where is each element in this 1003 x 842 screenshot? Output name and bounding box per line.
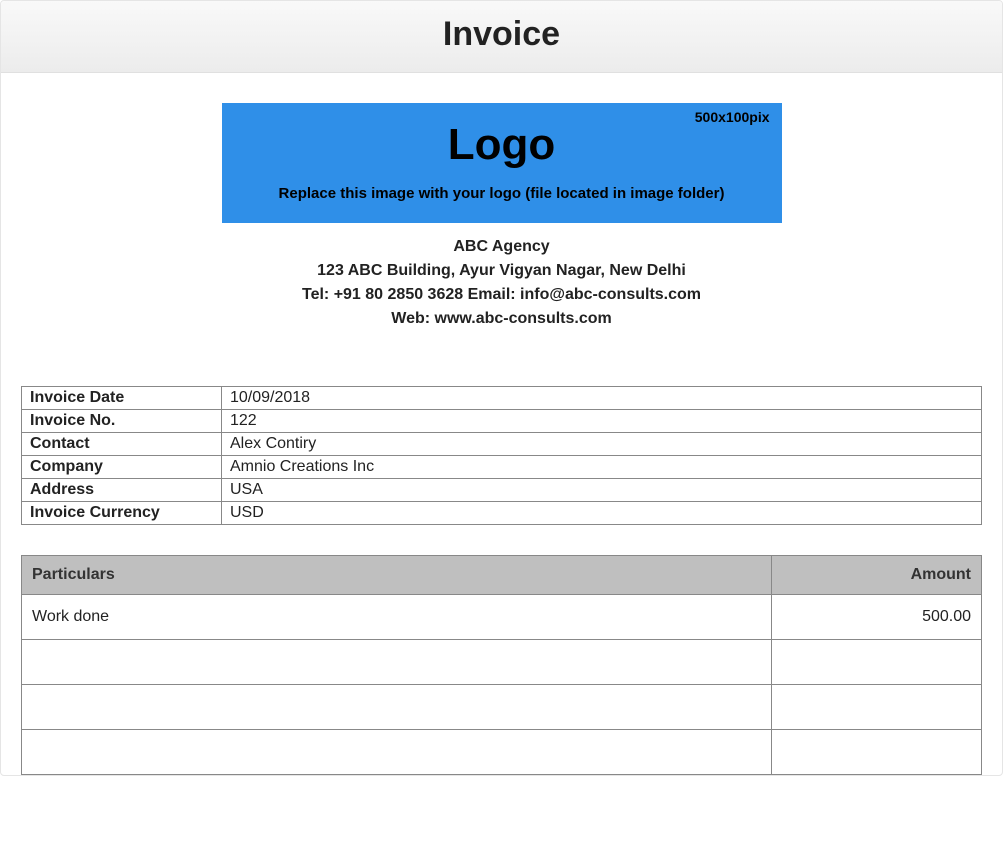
meta-value-date: 10/09/2018 [222, 387, 982, 410]
col-header-amount: Amount [772, 556, 982, 595]
meta-label-contact: Contact [22, 433, 222, 456]
logo-dimensions-label: 500x100pix [695, 109, 770, 125]
company-info: ABC Agency 123 ABC Building, Ayur Vigyan… [21, 235, 982, 331]
meta-row-date: Invoice Date 10/09/2018 [22, 387, 982, 410]
invoice-meta-table: Invoice Date 10/09/2018 Invoice No. 122 … [21, 386, 982, 525]
company-address: 123 ABC Building, Ayur Vigyan Nagar, New… [21, 259, 982, 283]
meta-row-contact: Contact Alex Contiry [22, 433, 982, 456]
item-particulars: Work done [22, 595, 772, 640]
item-row: Work done 500.00 [22, 595, 982, 640]
meta-value-currency: USD [222, 502, 982, 525]
meta-row-no: Invoice No. 122 [22, 410, 982, 433]
meta-label-currency: Invoice Currency [22, 502, 222, 525]
item-particulars [22, 730, 772, 775]
item-row [22, 685, 982, 730]
meta-label-address: Address [22, 479, 222, 502]
invoice-page: Invoice 500x100pix Logo Replace this ima… [0, 0, 1003, 776]
meta-value-contact: Alex Contiry [222, 433, 982, 456]
company-contact: Tel: +91 80 2850 3628 Email: info@abc-co… [21, 283, 982, 307]
items-header-row: Particulars Amount [22, 556, 982, 595]
page-title: Invoice [1, 15, 1002, 54]
item-amount [772, 730, 982, 775]
meta-label-date: Invoice Date [22, 387, 222, 410]
company-web: Web: www.abc-consults.com [21, 307, 982, 331]
item-particulars [22, 640, 772, 685]
meta-row-company: Company Amnio Creations Inc [22, 456, 982, 479]
item-particulars [22, 685, 772, 730]
item-amount [772, 640, 982, 685]
meta-value-company: Amnio Creations Inc [222, 456, 982, 479]
item-row [22, 640, 982, 685]
invoice-items-table: Particulars Amount Work done 500.00 [21, 555, 982, 775]
meta-label-no: Invoice No. [22, 410, 222, 433]
meta-value-no: 122 [222, 410, 982, 433]
logo-wrap: 500x100pix Logo Replace this image with … [21, 103, 982, 223]
item-amount [772, 685, 982, 730]
meta-label-company: Company [22, 456, 222, 479]
item-row [22, 730, 982, 775]
meta-row-currency: Invoice Currency USD [22, 502, 982, 525]
logo-placeholder: 500x100pix Logo Replace this image with … [222, 103, 782, 223]
company-name: ABC Agency [21, 235, 982, 259]
meta-row-address: Address USA [22, 479, 982, 502]
header-bar: Invoice [1, 1, 1002, 73]
item-amount: 500.00 [772, 595, 982, 640]
meta-value-address: USA [222, 479, 982, 502]
logo-subtext: Replace this image with your logo (file … [222, 185, 782, 202]
col-header-particulars: Particulars [22, 556, 772, 595]
content-area: 500x100pix Logo Replace this image with … [1, 73, 1002, 775]
